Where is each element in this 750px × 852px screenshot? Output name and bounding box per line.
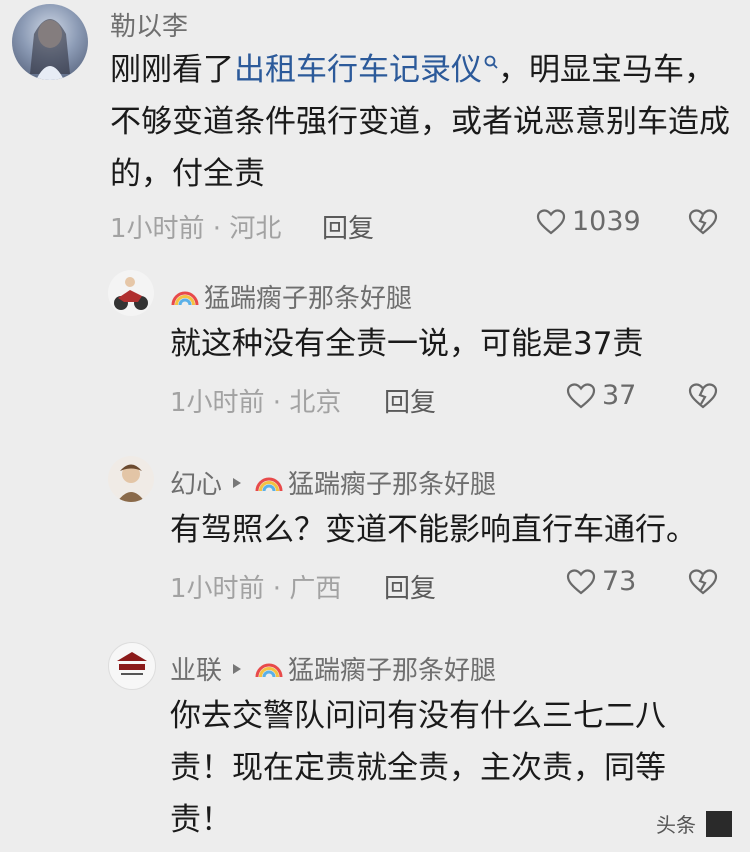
dislike-button[interactable]	[688, 208, 718, 240]
reply-to-name[interactable]: 猛踹瘸子那条好腿	[288, 464, 496, 501]
avatar[interactable]	[108, 456, 154, 502]
dislike-button[interactable]	[688, 382, 718, 414]
comment-meta: 1小时前 · 广西	[170, 574, 342, 604]
reply-arrow-icon	[233, 663, 242, 674]
motorcycle-avatar-icon	[114, 277, 148, 310]
heart-icon	[536, 208, 566, 234]
comment-meta: 1小时前 · 河北	[110, 214, 282, 244]
reply-button[interactable]: 回复	[384, 382, 436, 419]
heart-icon	[566, 568, 596, 594]
like-button[interactable]: 1039	[536, 206, 641, 237]
comment-meta: 1小时前 · 北京	[170, 388, 342, 418]
avatar[interactable]	[12, 4, 88, 80]
rainbow-badge-icon	[255, 477, 283, 491]
broken-heart-icon	[688, 569, 718, 595]
comment-text: 刚刚看了出租车行车记录仪 ，明显宝马车，不够变道条件强行变道，或者说恶意别车造成的…	[110, 52, 730, 192]
comment-text: 就这种没有全责一说，可能是37责	[170, 326, 644, 362]
author-name[interactable]: 勒以李	[110, 6, 188, 43]
search-icon	[484, 55, 498, 69]
author-name[interactable]: 猛踹瘸子那条好腿	[170, 278, 412, 315]
rainbow-badge-icon	[255, 663, 283, 677]
like-button[interactable]: 73	[566, 566, 636, 597]
watermark-logo-icon	[706, 810, 732, 837]
rainbow-badge-icon	[171, 291, 199, 305]
cartoon-avatar-icon	[117, 464, 145, 502]
like-button[interactable]: 37	[566, 380, 636, 411]
search-link[interactable]: 出租车行车记录仪	[234, 52, 498, 88]
reply-to-name[interactable]: 猛踹瘸子那条好腿	[288, 650, 496, 687]
comment-text: 有驾照么？变道不能影响直行车通行。	[170, 512, 697, 548]
author-name[interactable]: 业联 猛踹瘸子那条好腿	[170, 650, 496, 687]
avatar-image-icon	[30, 19, 70, 80]
dislike-button[interactable]	[688, 568, 718, 600]
reply-arrow-icon	[233, 477, 242, 488]
reply-button[interactable]: 回复	[384, 568, 436, 605]
watermark: 头条	[656, 809, 732, 838]
heart-icon	[566, 382, 596, 408]
avatar[interactable]	[108, 642, 156, 690]
logo-avatar-icon	[117, 652, 147, 675]
author-name[interactable]: 幻心 猛踹瘸子那条好腿	[170, 464, 496, 501]
broken-heart-icon	[688, 209, 718, 235]
comment-text: 你去交警队问问有没有什么三七二八责！现在定责就全责，主次责，同等责！	[170, 698, 666, 838]
avatar[interactable]	[108, 270, 154, 316]
reply-button[interactable]: 回复	[322, 208, 374, 245]
broken-heart-icon	[688, 383, 718, 409]
